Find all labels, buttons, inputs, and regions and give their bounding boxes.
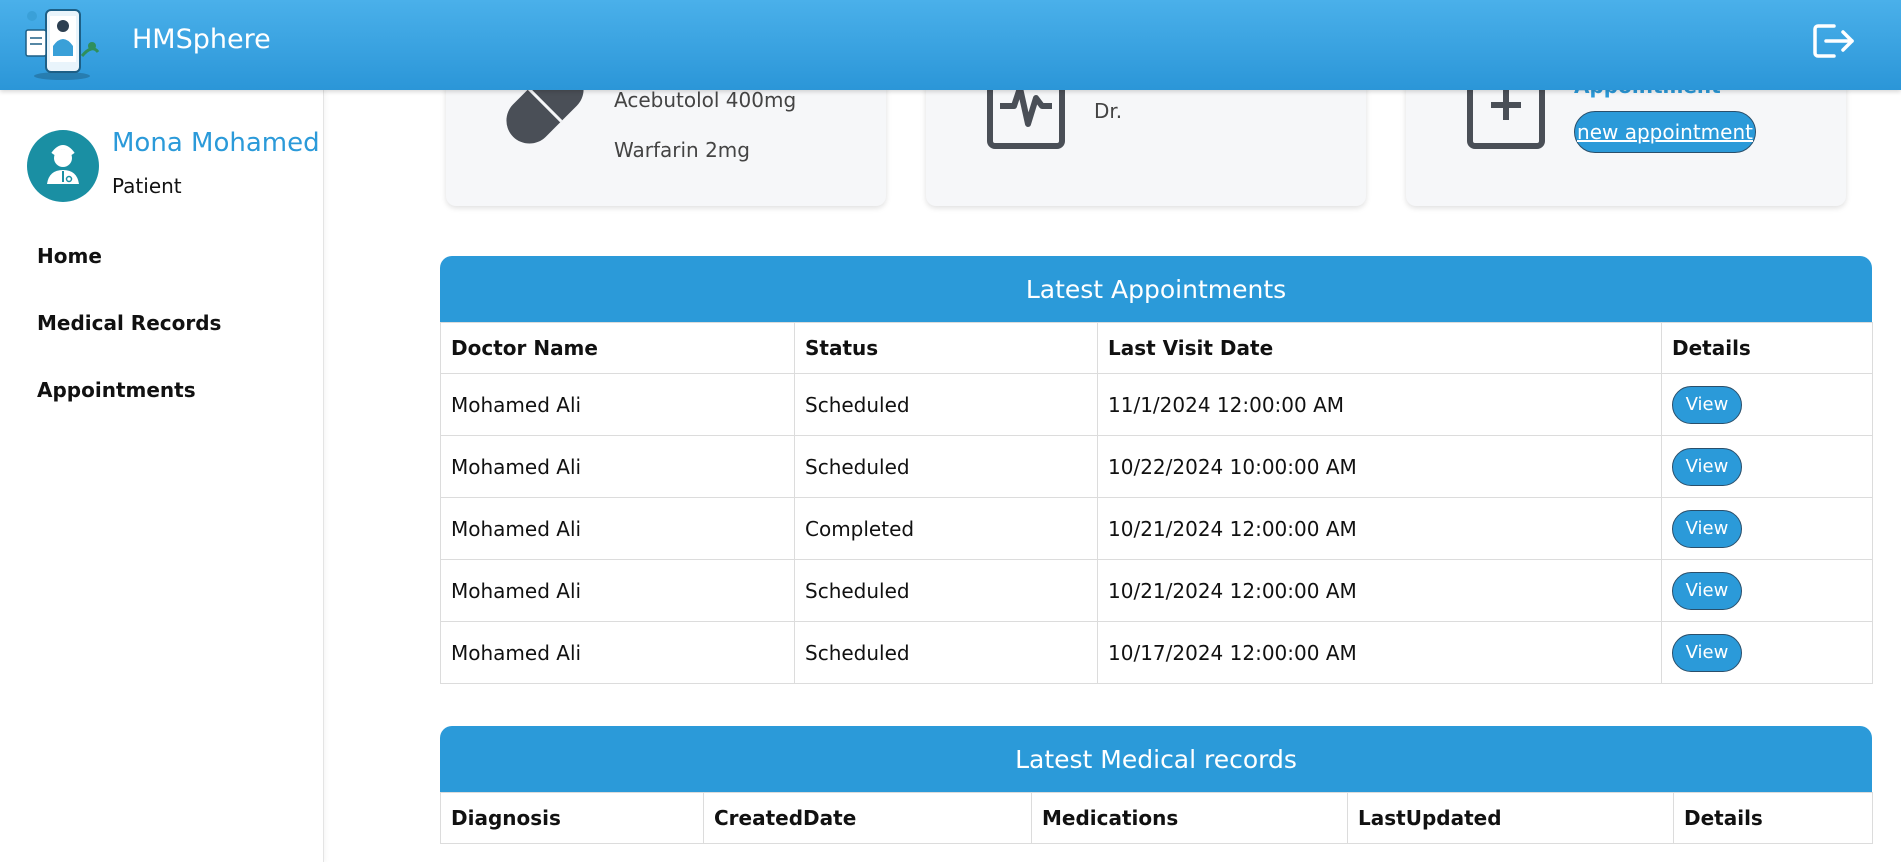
details-cell: View bbox=[1661, 497, 1873, 560]
status-cell: Scheduled bbox=[794, 559, 1098, 622]
user-name: Mona Mohamed bbox=[112, 128, 320, 158]
view-button[interactable]: View bbox=[1672, 571, 1742, 610]
app-title: HMSphere bbox=[132, 24, 271, 55]
date-cell: 11/1/2024 12:00:00 AM bbox=[1097, 373, 1662, 436]
patient-avatar-icon bbox=[47, 145, 79, 184]
date-cell: 10/21/2024 12:00:00 AM bbox=[1097, 559, 1662, 622]
column-header: Details bbox=[1661, 322, 1873, 374]
user-role: Patient bbox=[112, 174, 182, 198]
appointments-panel: Latest Appointments Doctor Name Status L… bbox=[440, 256, 1873, 684]
column-header: Medications bbox=[1031, 792, 1348, 844]
status-cell: Scheduled bbox=[794, 621, 1098, 684]
avatar bbox=[27, 130, 99, 202]
table-row: Mohamed Ali Scheduled 11/1/2024 12:00:00… bbox=[440, 373, 1873, 436]
appointments-panel-title: Latest Appointments bbox=[440, 256, 1872, 322]
doctor-name-cell: Mohamed Ali bbox=[440, 621, 795, 684]
doctor-name-cell: Mohamed Ali bbox=[440, 559, 795, 622]
view-button[interactable]: View bbox=[1672, 447, 1742, 486]
status-cell: Completed bbox=[794, 497, 1098, 560]
sidebar: Mona Mohamed Patient Home Medical Record… bbox=[0, 90, 324, 862]
date-cell: 10/17/2024 12:00:00 AM bbox=[1097, 621, 1662, 684]
table-row: Mohamed Ali Scheduled 10/21/2024 12:00:0… bbox=[440, 559, 1873, 622]
column-header: Last Visit Date bbox=[1097, 322, 1662, 374]
app-logo-icon bbox=[25, 9, 100, 80]
details-cell: View bbox=[1661, 435, 1873, 498]
table-row: Mohamed Ali Scheduled 10/22/2024 10:00:0… bbox=[440, 435, 1873, 498]
date-cell: 10/22/2024 10:00:00 AM bbox=[1097, 435, 1662, 498]
column-header: Details bbox=[1673, 792, 1873, 844]
logout-icon[interactable] bbox=[1812, 22, 1856, 60]
column-header: LastUpdated bbox=[1347, 792, 1674, 844]
column-header: Status bbox=[794, 322, 1098, 374]
doctor-name-cell: Mohamed Ali bbox=[440, 435, 795, 498]
view-button[interactable]: View bbox=[1672, 509, 1742, 548]
doctor-name-cell: Mohamed Ali bbox=[440, 373, 795, 436]
details-cell: View bbox=[1661, 621, 1873, 684]
details-cell: View bbox=[1661, 373, 1873, 436]
view-button[interactable]: View bbox=[1672, 633, 1742, 672]
top-header: HMSphere bbox=[0, 0, 1901, 90]
new-appointment-button[interactable]: new appointment bbox=[1574, 111, 1756, 153]
details-cell: View bbox=[1661, 559, 1873, 622]
table-row: Mohamed Ali Scheduled 10/17/2024 12:00:0… bbox=[440, 621, 1873, 684]
medical-records-panel-title: Latest Medical records bbox=[440, 726, 1872, 792]
sidebar-item-appointments[interactable]: Appointments bbox=[37, 378, 196, 402]
medical-records-table: Diagnosis CreatedDate Medications LastUp… bbox=[440, 792, 1873, 844]
medical-records-panel: Latest Medical records Diagnosis Created… bbox=[440, 726, 1873, 844]
table-header-row: Doctor Name Status Last Visit Date Detai… bbox=[440, 322, 1873, 374]
doctor-name-cell: Mohamed Ali bbox=[440, 497, 795, 560]
status-cell: Scheduled bbox=[794, 435, 1098, 498]
medication-item: Warfarin 2mg bbox=[614, 138, 750, 162]
status-cell: Scheduled bbox=[794, 373, 1098, 436]
sidebar-item-home[interactable]: Home bbox=[37, 244, 102, 268]
sidebar-item-medical-records[interactable]: Medical Records bbox=[37, 311, 221, 335]
date-cell: 10/21/2024 12:00:00 AM bbox=[1097, 497, 1662, 560]
table-row: Mohamed Ali Completed 10/21/2024 12:00:0… bbox=[440, 497, 1873, 560]
table-header-row: Diagnosis CreatedDate Medications LastUp… bbox=[440, 792, 1873, 844]
appointments-table: Doctor Name Status Last Visit Date Detai… bbox=[440, 322, 1873, 684]
view-button[interactable]: View bbox=[1672, 385, 1742, 424]
column-header: Diagnosis bbox=[440, 792, 704, 844]
doctor-label: Dr. bbox=[1094, 99, 1123, 123]
medication-item: Acebutolol 400mg bbox=[614, 88, 797, 112]
column-header: CreatedDate bbox=[703, 792, 1032, 844]
column-header: Doctor Name bbox=[440, 322, 795, 374]
